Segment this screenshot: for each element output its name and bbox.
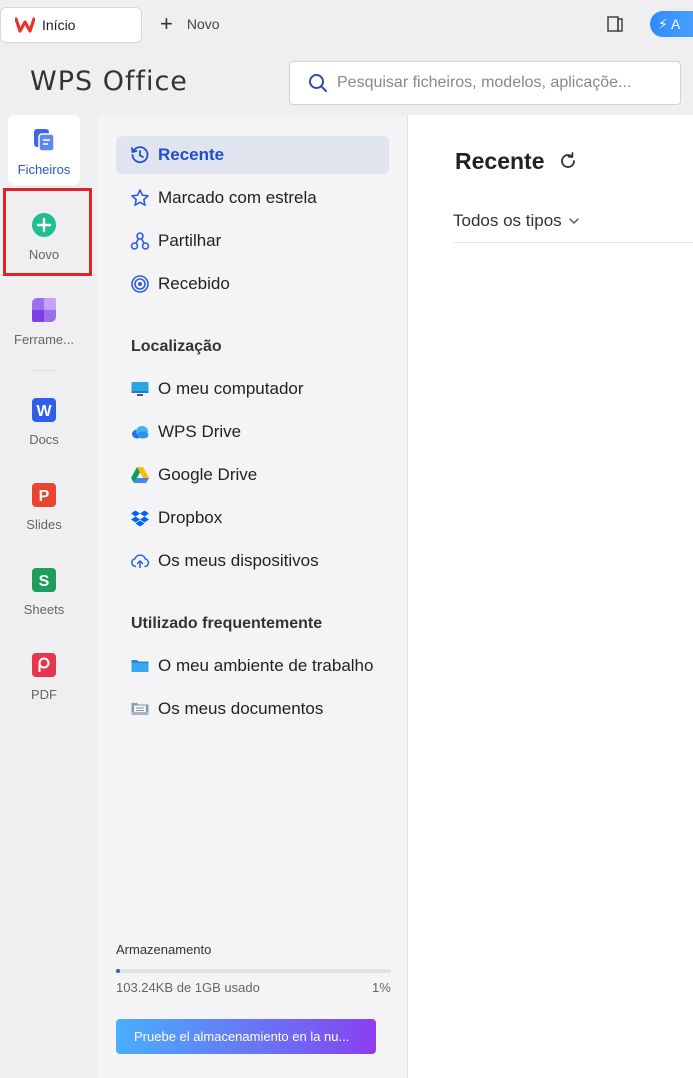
plus-icon: +: [160, 11, 173, 36]
nav-item-label: O meu ambiente de trabalho: [158, 656, 374, 675]
nav-item-starred[interactable]: Marcado com estrela: [116, 179, 389, 217]
nav-item-label: Recente: [158, 145, 225, 164]
storage-used-text: 103.24KB de 1GB usado: [116, 980, 260, 995]
docs-icon: W: [32, 398, 56, 422]
upgrade-button[interactable]: ⚡ A: [650, 11, 693, 37]
nav-item-wps-drive[interactable]: WPS Drive: [116, 413, 389, 451]
search-box[interactable]: [289, 61, 681, 105]
page-title: Recente: [455, 148, 545, 174]
lightning-icon: ⚡: [658, 16, 668, 32]
try-cloud-storage-button[interactable]: Pruebe el almacenamiento en la nu...: [116, 1019, 376, 1054]
desktop-folder-icon: [131, 660, 149, 672]
file-type-filter[interactable]: Todos os tipos: [453, 211, 580, 231]
rail-item-label: PDF: [31, 687, 57, 702]
nav-item-label: Marcado com estrela: [158, 188, 317, 207]
wps-logo-icon: [15, 17, 35, 33]
rail-item-slides[interactable]: P Slides: [8, 470, 80, 540]
nav-item-label: Os meus documentos: [158, 699, 324, 718]
main-content: Recente Todos os tipos: [408, 115, 693, 1078]
rail-item-label: Sheets: [23, 602, 65, 617]
nav-panel: Recente Marcado com estrela Partilhar Re…: [97, 115, 408, 1078]
search-input[interactable]: [337, 74, 657, 92]
recent-icon: [131, 146, 149, 164]
rail-item-label: Docs: [29, 432, 59, 447]
nav-item-my-desktop[interactable]: O meu ambiente de trabalho: [116, 647, 389, 685]
nav-item-label: Recebido: [158, 274, 230, 293]
svg-text:S: S: [39, 573, 50, 590]
reading-mode-icon[interactable]: [606, 15, 624, 33]
nav-item-recent[interactable]: Recente: [116, 136, 389, 174]
new-tab-button[interactable]: + Novo: [160, 11, 220, 36]
nav-item-label: Partilhar: [158, 231, 222, 250]
title-bar: Início + Novo ⚡ A: [0, 0, 693, 50]
dropbox-icon: [131, 510, 149, 527]
upgrade-label: A: [670, 16, 681, 32]
rail-item-tools[interactable]: Ferrame...: [8, 285, 80, 355]
svg-text:P: P: [39, 488, 50, 505]
storage-progress-bar: [116, 969, 391, 973]
storage-percent: 1%: [372, 980, 391, 995]
rail-item-label: Ficheiros: [17, 162, 71, 177]
devices-icon: [131, 554, 150, 568]
slides-icon: P: [32, 483, 56, 507]
nav-item-label: WPS Drive: [158, 422, 242, 441]
storage-progress-fill: [116, 969, 120, 973]
nav-item-label: Os meus dispositivos: [158, 551, 319, 570]
nav-item-dropbox[interactable]: Dropbox: [116, 499, 389, 537]
nav-item-google-drive[interactable]: Google Drive: [116, 456, 389, 494]
search-icon: [309, 74, 327, 92]
nav-item-my-devices[interactable]: Os meus dispositivos: [116, 542, 389, 580]
rail-item-label: Slides: [26, 517, 62, 532]
divider: [453, 242, 693, 243]
wps-drive-icon: [132, 426, 149, 439]
rail-item-docs[interactable]: W Docs: [8, 385, 80, 455]
storage-label: Armazenamento: [116, 942, 212, 957]
nav-item-label: O meu computador: [158, 379, 304, 398]
chevron-down-icon: [568, 218, 579, 224]
brand-logo: WPS Office: [30, 66, 188, 97]
computer-icon: [131, 382, 149, 396]
rail-item-sheets[interactable]: S Sheets: [8, 555, 80, 625]
google-drive-icon: [131, 467, 149, 483]
new-tab-label: Novo: [186, 16, 220, 32]
rail-divider: [32, 370, 56, 371]
refresh-icon[interactable]: [558, 151, 578, 171]
frequent-heading: Utilizado frequentemente: [131, 615, 323, 632]
documents-folder-icon: [131, 703, 149, 715]
location-heading: Localização: [131, 338, 222, 355]
star-icon: [131, 189, 149, 206]
nav-item-my-documents[interactable]: Os meus documentos: [116, 690, 389, 728]
sheets-icon: S: [32, 568, 56, 592]
nav-item-received[interactable]: Recebido: [116, 265, 389, 303]
tab-home-label: Início: [42, 17, 76, 33]
rail-item-files[interactable]: Ficheiros: [8, 115, 80, 185]
files-icon: [34, 129, 55, 152]
nav-item-my-computer[interactable]: O meu computador: [116, 370, 389, 408]
pdf-icon: [32, 653, 56, 677]
tools-icon: [32, 298, 56, 322]
received-icon: [131, 275, 149, 293]
highlight-box: [3, 188, 92, 276]
filter-label: Todos os tipos: [453, 211, 562, 230]
rail-item-label: Ferrame...: [14, 332, 74, 347]
nav-item-label: Dropbox: [158, 508, 223, 527]
tab-home[interactable]: Início: [0, 7, 142, 43]
nav-item-label: Google Drive: [158, 465, 258, 484]
rail-item-pdf[interactable]: PDF: [8, 640, 80, 710]
svg-text:W: W: [36, 403, 52, 420]
share-icon: [130, 232, 150, 250]
nav-item-share[interactable]: Partilhar: [116, 222, 389, 260]
